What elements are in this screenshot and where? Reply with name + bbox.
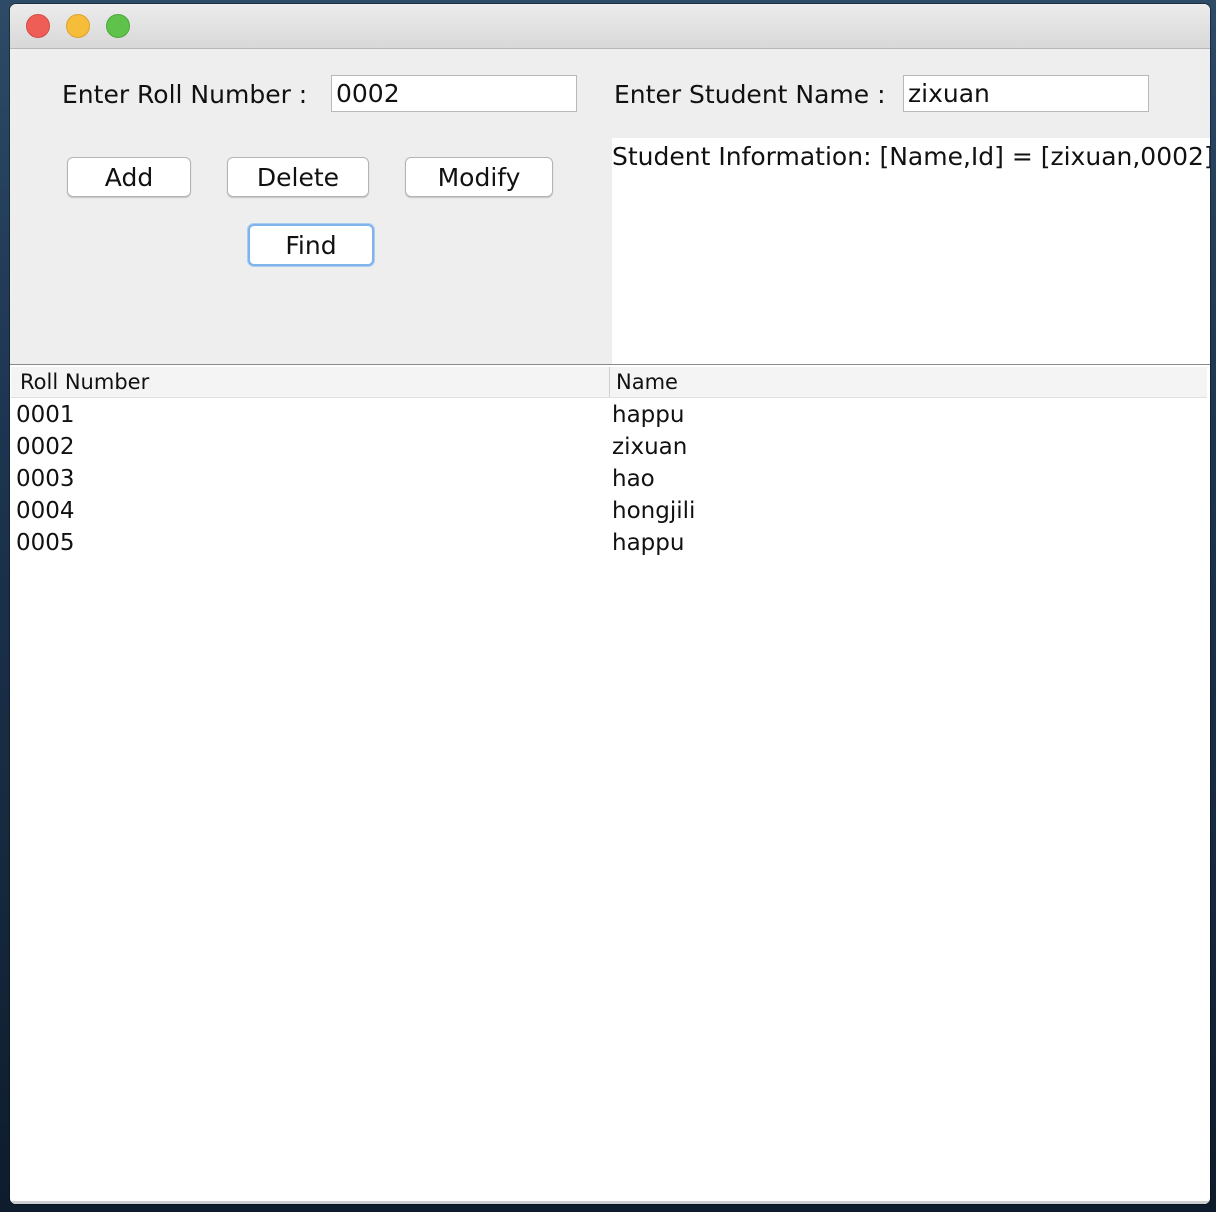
cell-name: hao <box>612 466 655 492</box>
window-bottom-edge <box>10 1201 1210 1204</box>
app-window: Enter Roll Number : Enter Student Name :… <box>10 4 1210 1204</box>
table-row[interactable]: 0001 happu <box>10 399 1210 431</box>
column-header-name[interactable]: Name <box>609 367 678 397</box>
student-info-text: Student Information: [Name,Id] = [zixuan… <box>612 142 1210 171</box>
cell-name: zixuan <box>612 434 688 460</box>
table-row[interactable]: 0003 hao <box>10 463 1210 495</box>
cell-name: happu <box>612 530 685 556</box>
cell-roll-number: 0005 <box>16 530 75 556</box>
minimize-icon[interactable] <box>66 14 90 38</box>
roll-number-input[interactable] <box>331 75 577 112</box>
table-body: 0001 happu 0002 zixuan 0003 hao 0004 hon… <box>10 399 1210 559</box>
zoom-icon[interactable] <box>106 14 130 38</box>
student-name-label: Enter Student Name : <box>614 80 886 109</box>
student-info-area[interactable]: Student Information: [Name,Id] = [zixuan… <box>612 138 1210 364</box>
column-header-roll-number[interactable]: Roll Number <box>20 367 149 397</box>
modify-button[interactable]: Modify <box>405 157 553 197</box>
cell-roll-number: 0001 <box>16 402 75 428</box>
cell-roll-number: 0003 <box>16 466 75 492</box>
roll-number-label: Enter Roll Number : <box>62 80 308 109</box>
cell-roll-number: 0002 <box>16 434 75 460</box>
student-name-input[interactable] <box>903 75 1149 112</box>
cell-name: happu <box>612 402 685 428</box>
table-row[interactable]: 0004 hongjili <box>10 495 1210 527</box>
title-bar[interactable] <box>10 4 1210 49</box>
find-button[interactable]: Find <box>248 224 374 266</box>
cell-name: hongjili <box>612 498 696 524</box>
cell-roll-number: 0004 <box>16 498 75 524</box>
table-row[interactable]: 0002 zixuan <box>10 431 1210 463</box>
add-button[interactable]: Add <box>67 157 191 197</box>
table-header: Roll Number Name <box>11 367 1207 398</box>
close-icon[interactable] <box>26 14 50 38</box>
delete-button[interactable]: Delete <box>227 157 369 197</box>
table-row[interactable]: 0005 happu <box>10 527 1210 559</box>
students-table[interactable]: Roll Number Name 0001 happu 0002 zixuan … <box>10 364 1210 1204</box>
